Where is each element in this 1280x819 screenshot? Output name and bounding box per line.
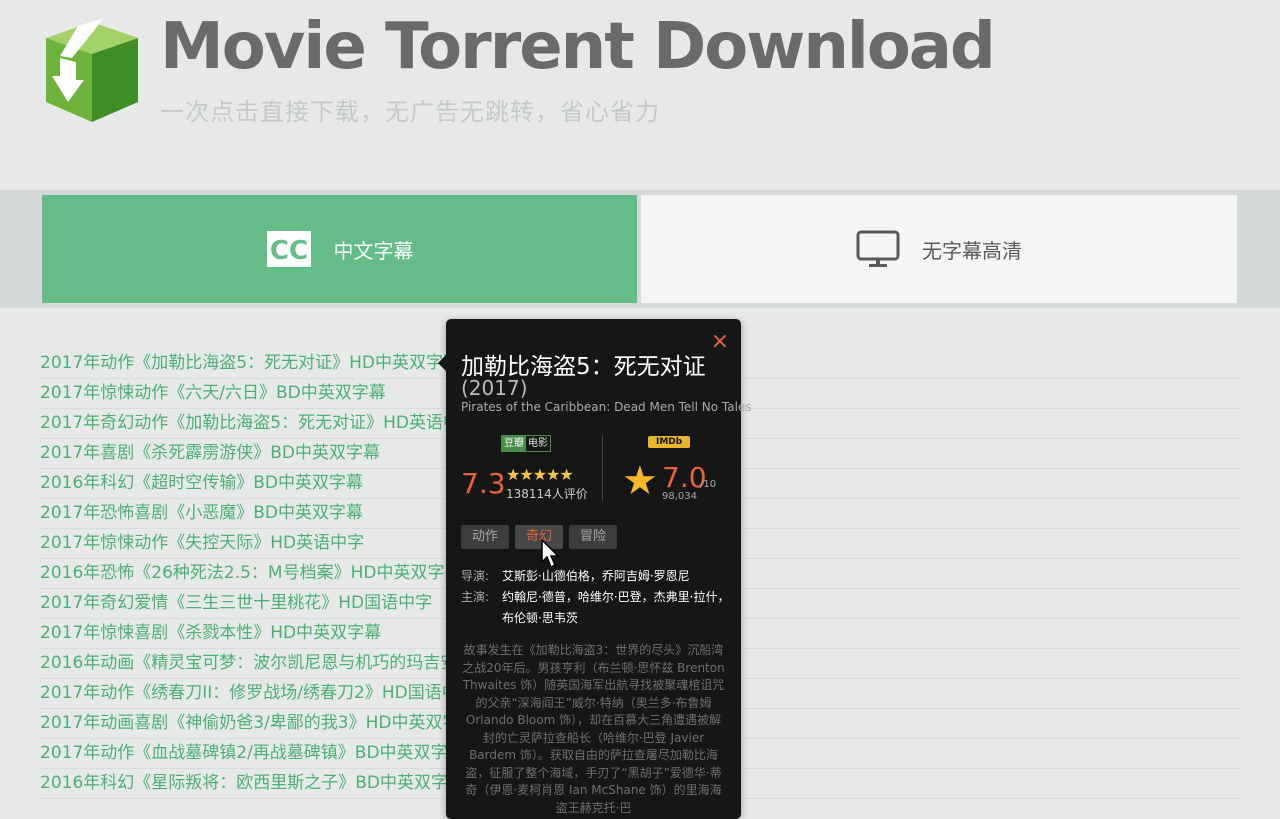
tab-label: 无字幕高清 bbox=[922, 238, 1022, 263]
douban-rating-count: 138114人评价 bbox=[506, 487, 588, 501]
tab-chinese-subtitles[interactable]: CC 中文字幕 bbox=[42, 195, 637, 303]
mouse-cursor-icon bbox=[541, 539, 560, 569]
download-box-icon bbox=[46, 18, 138, 122]
site-title[interactable]: Movie Torrent Download bbox=[160, 10, 996, 84]
svg-text:CC: CC bbox=[269, 236, 307, 266]
imdb-scale: /10 bbox=[700, 479, 717, 490]
site-logo[interactable] bbox=[42, 16, 142, 124]
tab-hd-no-subtitles[interactable]: 无字幕高清 bbox=[641, 195, 1237, 303]
popup-original-title: Pirates of the Caribbean: Dead Men Tell … bbox=[461, 400, 752, 414]
douban-score: 7.3 bbox=[461, 467, 506, 500]
rating-divider bbox=[602, 435, 603, 501]
douban-stars: ★★★★★ bbox=[506, 465, 574, 484]
director-label: 导演: bbox=[461, 569, 490, 583]
cast-label: 主演: bbox=[461, 590, 490, 604]
douban-badge-sub: 电影 bbox=[528, 438, 548, 449]
synopsis: 故事发生在《加勒比海盗3：世界的尽头》沉船湾之战20年后。男孩亨利（布兰顿·思怀… bbox=[462, 643, 725, 815]
movie-info-popup: × 加勒比海盗5：死无对证 (2017) Pirates of the Cari… bbox=[438, 319, 752, 819]
douban-badge: 豆瓣 电影 bbox=[501, 435, 551, 452]
monitor-icon bbox=[856, 230, 900, 268]
genre-tag-adventure[interactable]: 冒险 bbox=[569, 525, 617, 549]
site-subtitle: 一次点击直接下载，无广告无跳转，省心省力 bbox=[160, 98, 660, 126]
category-tabs: CC 中文字幕 无字幕高清 bbox=[0, 190, 1280, 308]
genre-tag-action[interactable]: 动作 bbox=[461, 525, 509, 549]
popup-pointer bbox=[438, 355, 446, 371]
star-icon: ★ bbox=[622, 458, 658, 504]
imdb-badge: IMDb bbox=[648, 436, 691, 448]
douban-badge-label: 豆瓣 bbox=[502, 436, 526, 451]
imdb-rating-count: 98,034 bbox=[662, 491, 697, 502]
close-icon[interactable]: × bbox=[711, 329, 729, 354]
cc-icon: CC bbox=[266, 230, 312, 268]
tab-label: 中文字幕 bbox=[333, 238, 414, 263]
cast-names: 约翰尼·德普，哈维尔·巴登，杰弗里·拉什，布伦顿·思韦茨 bbox=[502, 590, 730, 625]
popup-year: (2017) bbox=[461, 376, 528, 400]
genre-tags: 动作 奇幻 冒险 bbox=[461, 525, 617, 549]
director-names: 艾斯彭·山德伯格，乔阿吉姆·罗恩尼 bbox=[502, 569, 690, 583]
credits: 导演: 艾斯彭·山德伯格，乔阿吉姆·罗恩尼 主演: 约翰尼·德普，哈维尔·巴登，… bbox=[461, 566, 731, 629]
